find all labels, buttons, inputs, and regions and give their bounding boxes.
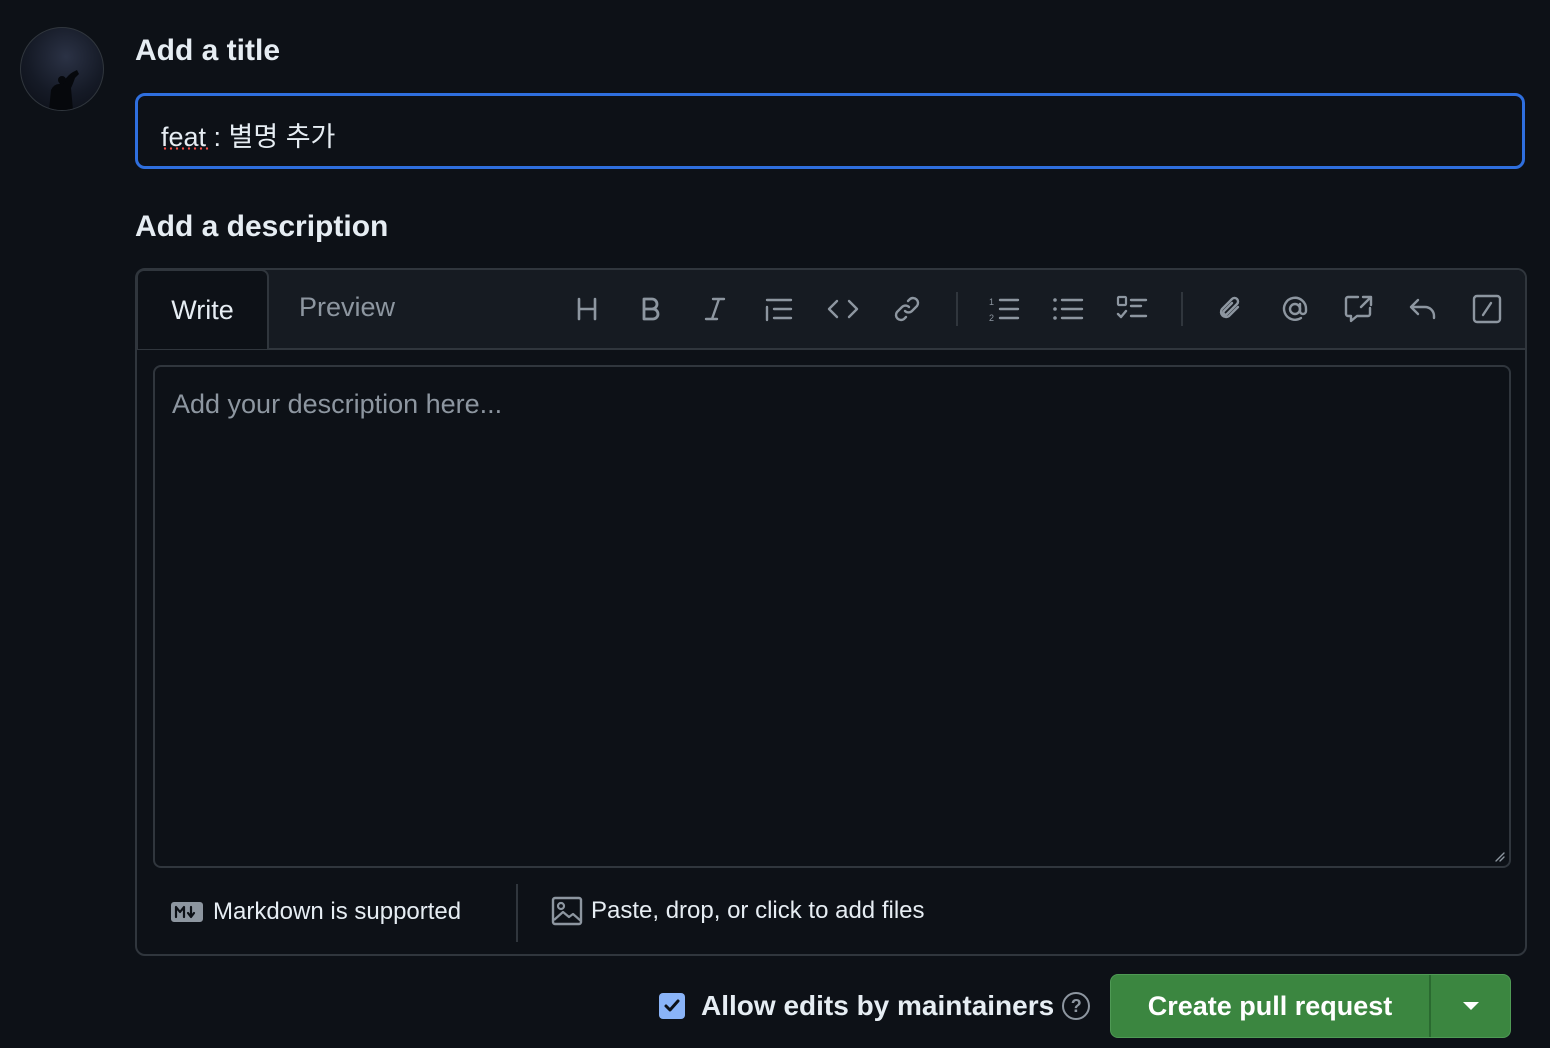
markdown-note[interactable]: Markdown is supported [171, 898, 461, 926]
allow-edits-checkbox[interactable] [659, 993, 685, 1019]
footer-divider [516, 884, 518, 942]
resize-handle-icon[interactable] [1493, 850, 1505, 862]
toolbar-divider [1181, 292, 1183, 326]
allow-edits-option: Allow edits by maintainers ? [659, 990, 1091, 1022]
markdown-note-text: Markdown is supported [213, 898, 462, 925]
bold-icon[interactable] [633, 291, 669, 327]
image-icon [551, 896, 583, 926]
reference-icon[interactable] [1341, 291, 1377, 327]
title-input[interactable]: feat : 별명 추가 [135, 93, 1525, 169]
svg-text:2: 2 [989, 313, 994, 323]
code-icon[interactable] [825, 291, 861, 327]
slash-command-icon[interactable] [1469, 291, 1505, 327]
task-list-icon[interactable] [1114, 291, 1150, 327]
heading-icon[interactable] [569, 291, 605, 327]
unordered-list-icon[interactable] [1050, 291, 1086, 327]
mention-icon[interactable] [1277, 291, 1313, 327]
spellcheck-underline [162, 147, 211, 150]
description-editor: Write Preview 12 Add your description he… [135, 268, 1527, 956]
help-icon[interactable]: ? [1062, 992, 1091, 1020]
avatar[interactable] [20, 27, 104, 111]
create-pr-button-group: Create pull request [1110, 974, 1511, 1038]
editor-tabbar: Write Preview 12 [136, 269, 1525, 350]
allow-edits-label[interactable]: Allow edits by maintainers [701, 990, 1054, 1022]
caret-down-icon [1462, 1002, 1479, 1010]
quote-icon[interactable] [761, 291, 797, 327]
tab-preview[interactable]: Preview [299, 292, 395, 323]
markdown-icon [171, 902, 203, 922]
reply-icon[interactable] [1405, 291, 1441, 327]
tab-write[interactable]: Write [136, 269, 269, 349]
description-textarea[interactable]: Add your description here... [153, 365, 1511, 868]
italic-icon[interactable] [697, 291, 733, 327]
description-heading: Add a description [135, 210, 389, 243]
attach-icon[interactable] [1213, 291, 1249, 327]
add-files-button[interactable]: Paste, drop, or click to add files [551, 896, 925, 926]
link-icon[interactable] [889, 291, 925, 327]
svg-text:1: 1 [989, 297, 994, 307]
create-pr-options-dropdown[interactable] [1431, 975, 1510, 1037]
title-heading: Add a title [135, 34, 281, 67]
checkmark-icon [664, 999, 680, 1012]
add-files-text: Paste, drop, or click to add files [591, 897, 925, 924]
numbered-list-icon[interactable]: 12 [986, 291, 1022, 327]
avatar-silhouette-icon [49, 70, 79, 110]
toolbar-divider [956, 292, 958, 326]
description-placeholder: Add your description here... [172, 389, 503, 419]
create-pull-request-button[interactable]: Create pull request [1111, 975, 1431, 1037]
pull-request-form: Add a title feat : 별명 추가 Add a descripti… [0, 0, 1550, 1048]
